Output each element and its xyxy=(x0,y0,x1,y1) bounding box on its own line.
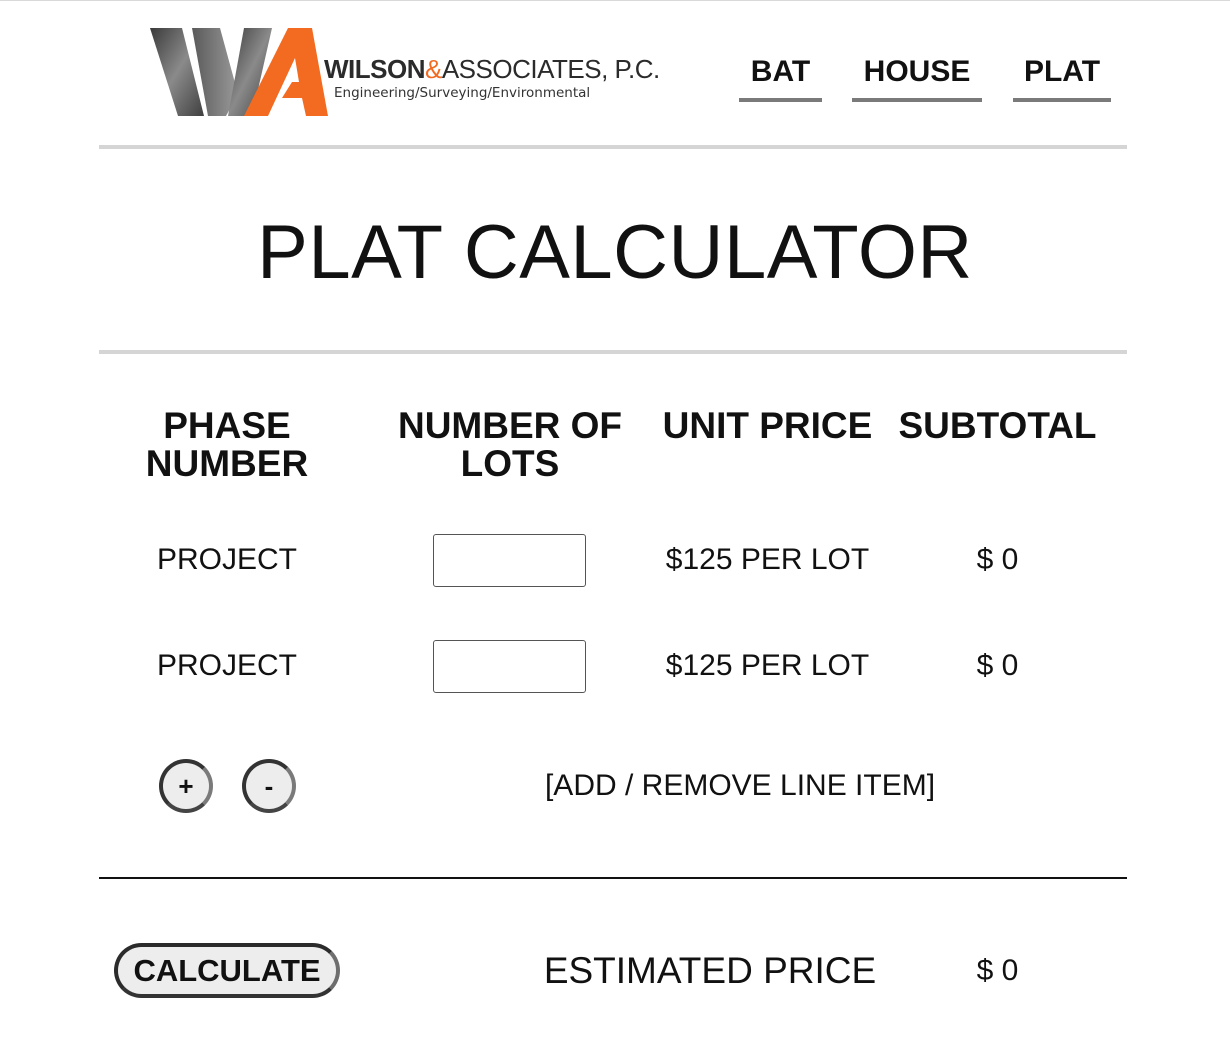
company-name-rest: ASSOCIATES, P.C. xyxy=(441,54,660,84)
estimated-price-label: ESTIMATED PRICE xyxy=(543,950,877,991)
phase-number-cell: PROJECT xyxy=(156,543,297,576)
subtotal-cell: $ 0 xyxy=(976,649,1019,682)
column-header-unit-price: UNIT PRICE xyxy=(662,405,873,446)
nav-link-bat[interactable]: BAT xyxy=(739,52,822,102)
unit-price-cell: $125 PER LOT xyxy=(665,543,870,576)
summary-divider xyxy=(99,877,1127,879)
page-title: PLAT CALCULATOR xyxy=(257,210,973,295)
remove-line-item-button[interactable]: - xyxy=(242,759,296,813)
subtotal-cell: $ 0 xyxy=(976,543,1019,576)
nav-link-house[interactable]: HOUSE xyxy=(852,52,982,102)
top-border xyxy=(0,0,1230,1)
title-divider xyxy=(99,350,1127,354)
wa-logo-mark-icon xyxy=(150,28,328,116)
column-header-subtotal: SUBTOTAL xyxy=(898,405,1097,446)
header-divider xyxy=(99,145,1127,149)
company-name-ampersand: & xyxy=(425,54,442,84)
company-tagline: Engineering/Surveying/Environmental xyxy=(334,85,591,101)
phase-number-cell: PROJECT xyxy=(156,649,297,682)
number-of-lots-input[interactable] xyxy=(433,534,586,587)
add-remove-line-item-label: [ADD / REMOVE LINE ITEM] xyxy=(544,769,936,802)
company-name: WILSON&ASSOCIATES, P.C. xyxy=(324,54,660,85)
unit-price-cell: $125 PER LOT xyxy=(665,649,870,682)
estimated-price-value: $ 0 xyxy=(976,954,1019,987)
company-logo[interactable]: WILSON&ASSOCIATES, P.C. Engineering/Surv… xyxy=(148,24,678,120)
column-header-number-of-lots: NUMBER OF LOTS xyxy=(397,405,623,484)
table-row: PROJECT $125 PER LOT $ 0 xyxy=(0,638,1230,694)
table-row: PROJECT $125 PER LOT $ 0 xyxy=(0,532,1230,588)
calculate-button[interactable]: CALCULATE xyxy=(114,943,340,998)
nav-link-plat[interactable]: PLAT xyxy=(1013,52,1111,102)
column-header-phase-number: PHASE NUMBER xyxy=(145,405,309,484)
company-name-bold: WILSON xyxy=(324,54,426,84)
add-line-item-button[interactable]: + xyxy=(159,759,213,813)
number-of-lots-input[interactable] xyxy=(433,640,586,693)
